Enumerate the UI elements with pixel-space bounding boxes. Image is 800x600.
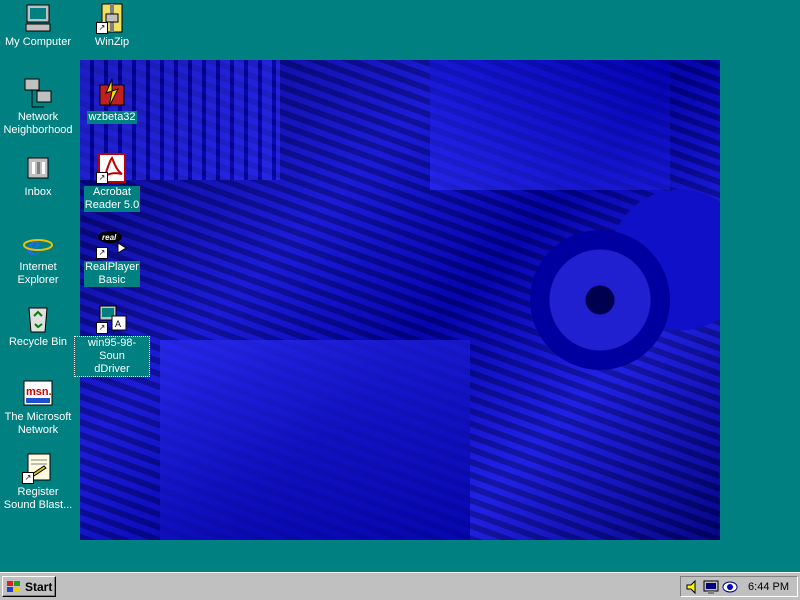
- start-label: Start: [25, 579, 53, 594]
- realplayer-label: RealPlayer Basic: [84, 261, 140, 287]
- acrobat-reader-label: Acrobat Reader 5.0: [83, 186, 141, 212]
- sound-driver-icon: A ↗: [96, 302, 128, 334]
- network-neighborhood-shortcut[interactable]: Network Neighborhood: [0, 77, 76, 137]
- register-soundblaster-label: Register Sound Blast...: [3, 486, 73, 511]
- winzip-label: WinZip: [94, 36, 130, 48]
- wzbeta32-label: wzbeta32: [87, 111, 137, 124]
- windows-logo-icon: [6, 580, 22, 594]
- winzip-shortcut[interactable]: ↗ WinZip: [74, 2, 150, 49]
- acrobat-reader-shortcut[interactable]: ↗ Acrobat Reader 5.0: [74, 152, 150, 212]
- wallpaper-shape: [430, 60, 670, 190]
- my-computer-shortcut[interactable]: My Computer: [0, 2, 76, 49]
- network-neighborhood-label: Network Neighborhood: [3, 111, 73, 136]
- svg-text:real: real: [102, 233, 117, 242]
- recycle-bin-label: Recycle Bin: [8, 336, 68, 348]
- msn-icon: msn.: [22, 377, 54, 409]
- volume-icon[interactable]: [684, 579, 700, 595]
- network-neighborhood-icon: [22, 77, 54, 109]
- wallpaper-shape: [160, 340, 470, 540]
- inbox-icon: [22, 152, 54, 184]
- realplayer-icon: real ↗: [96, 227, 128, 259]
- wzbeta32-icon: [96, 77, 128, 109]
- svg-text:msn.: msn.: [26, 386, 52, 398]
- wzbeta32-shortcut[interactable]: wzbeta32: [74, 77, 150, 124]
- internet-explorer-icon: e: [22, 227, 54, 262]
- shortcut-arrow-icon: ↗: [96, 22, 108, 34]
- register-soundblaster-icon: ↗: [22, 452, 54, 484]
- desktop[interactable]: My Computer Network Neighborhood Inbox e…: [0, 0, 800, 572]
- msn-label: The Microsoft Network: [4, 411, 72, 436]
- register-soundblaster-shortcut[interactable]: ↗ Register Sound Blast...: [0, 452, 76, 512]
- my-computer-label: My Computer: [4, 36, 72, 48]
- internet-explorer-shortcut[interactable]: e Internet Explorer: [0, 227, 76, 287]
- start-button[interactable]: Start: [2, 576, 56, 597]
- recycle-bin-icon: [22, 302, 54, 334]
- shortcut-arrow-icon: ↗: [96, 322, 108, 334]
- shortcut-arrow-icon: ↗: [96, 172, 108, 184]
- sound-driver-label: win95-98-Soun dDriver: [74, 336, 150, 377]
- recycle-bin-shortcut[interactable]: Recycle Bin: [0, 302, 76, 349]
- shortcut-arrow-icon: ↗: [22, 472, 34, 484]
- desktop-wallpaper: [80, 60, 720, 540]
- inbox-shortcut[interactable]: Inbox: [0, 152, 76, 199]
- internet-explorer-label: Internet Explorer: [17, 261, 59, 286]
- taskbar: Start 6:44 PM: [0, 572, 800, 600]
- wallpaper-shape: [530, 230, 670, 370]
- clock[interactable]: 6:44 PM: [748, 581, 789, 593]
- inbox-label: Inbox: [24, 186, 52, 198]
- display-icon[interactable]: [703, 579, 719, 595]
- my-computer-icon: [22, 2, 54, 34]
- sound-driver-shortcut[interactable]: A ↗ win95-98-Soun dDriver: [74, 302, 150, 377]
- system-tray: 6:44 PM: [680, 576, 798, 597]
- svg-text:e: e: [27, 229, 40, 259]
- acrobat-reader-icon: ↗: [96, 152, 128, 184]
- svg-text:A: A: [115, 319, 121, 329]
- realplayer-shortcut[interactable]: real ↗ RealPlayer Basic: [74, 227, 150, 287]
- eye-icon[interactable]: [722, 579, 738, 595]
- msn-shortcut[interactable]: msn. The Microsoft Network: [0, 377, 76, 437]
- shortcut-arrow-icon: ↗: [96, 247, 108, 259]
- winzip-icon: ↗: [96, 2, 128, 34]
